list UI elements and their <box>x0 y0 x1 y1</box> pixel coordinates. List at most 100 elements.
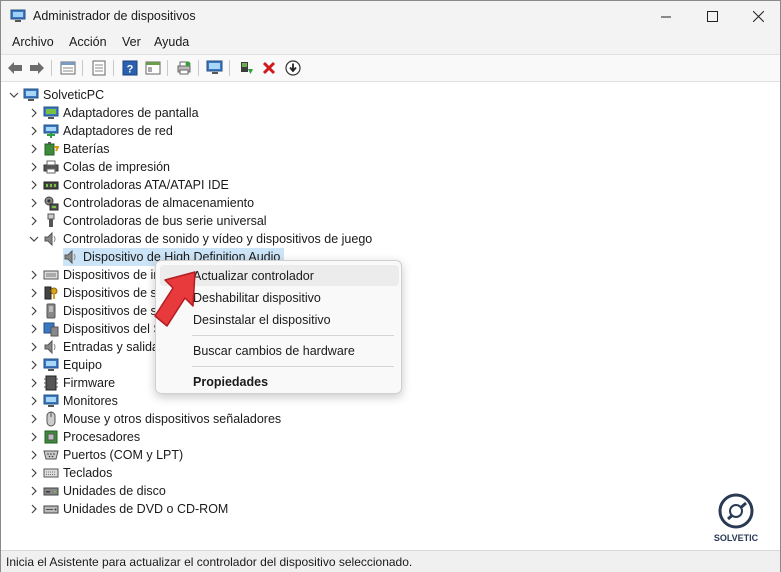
tree-item-adaptadores-red[interactable]: Adaptadores de red <box>28 122 173 140</box>
chevron-right-icon[interactable] <box>28 305 40 317</box>
chevron-down-icon[interactable] <box>8 89 20 101</box>
tree-item-label: Unidades de DVD o CD-ROM <box>63 502 229 516</box>
scan-button[interactable] <box>205 58 225 78</box>
tree-item-dispositivos-software[interactable]: Dispositivos de s <box>28 302 157 320</box>
toolbar-separator <box>229 60 230 76</box>
tree-item-teclados[interactable]: Teclados <box>28 464 112 482</box>
properties-menu-item[interactable]: Propiedades <box>160 371 399 392</box>
tree-item-adaptadores-pantalla[interactable]: Adaptadores de pantalla <box>28 104 199 122</box>
annotation-arrow-icon <box>154 271 196 327</box>
tree-item-puertos[interactable]: Puertos (COM y LPT) <box>28 446 183 464</box>
tree-item-label: Monitores <box>63 394 118 408</box>
chevron-right-icon[interactable] <box>28 377 40 389</box>
chevron-right-icon[interactable] <box>28 503 40 515</box>
toolbar-separator <box>113 60 114 76</box>
back-button[interactable] <box>5 58 25 78</box>
chevron-right-icon[interactable] <box>28 143 40 155</box>
chevron-right-icon[interactable] <box>28 107 40 119</box>
tree-item-colas-impresion[interactable]: Colas de impresión <box>28 158 170 176</box>
chevron-right-icon[interactable] <box>28 125 40 137</box>
device-manager-window: Administrador de dispositivos Archivo Ac… <box>0 0 781 572</box>
tree-item-label: Dispositivos de in <box>63 268 161 282</box>
print-icon <box>177 61 191 75</box>
tree-item-equipo[interactable]: Equipo <box>28 356 102 374</box>
chevron-down-icon[interactable] <box>28 233 40 245</box>
tree-item-label: Equipo <box>63 358 102 372</box>
chevron-right-icon[interactable] <box>28 197 40 209</box>
disk-drive-icon <box>43 483 59 499</box>
tree-item-controladoras-sonido[interactable]: Controladoras de sonido y vídeo y dispos… <box>28 230 372 248</box>
back-icon <box>8 62 22 74</box>
status-bar: Inicia el Asistente para actualizar el c… <box>1 550 780 572</box>
chevron-right-icon[interactable] <box>28 287 40 299</box>
window-title: Administrador de dispositivos <box>33 9 196 23</box>
menu-separator <box>192 366 394 367</box>
uninstall-icon <box>262 61 276 75</box>
speaker-icon <box>63 249 79 265</box>
tree-item-monitores[interactable]: Monitores <box>28 392 118 410</box>
uninstall-button[interactable] <box>259 58 279 78</box>
tree-item-procesadores[interactable]: Procesadores <box>28 428 140 446</box>
tree-item-baterias[interactable]: Baterías <box>28 140 110 158</box>
chevron-right-icon[interactable] <box>28 269 40 281</box>
scan-hardware-menu-item[interactable]: Buscar cambios de hardware <box>160 340 399 361</box>
close-button[interactable] <box>735 1 781 32</box>
tree-item-label: Unidades de disco <box>63 484 166 498</box>
chevron-right-icon[interactable] <box>28 449 40 461</box>
watermark-logo: SOLVETIC <box>714 493 759 543</box>
tree-item-controladoras-almacenamiento[interactable]: Controladoras de almacenamiento <box>28 194 254 212</box>
chevron-right-icon[interactable] <box>28 395 40 407</box>
tree-item-label: Dispositivos de s <box>63 304 157 318</box>
menu-ayuda[interactable]: Ayuda <box>153 35 190 49</box>
close-icon <box>752 11 764 22</box>
computer-icon <box>43 357 59 373</box>
storage-controller-icon <box>43 195 59 211</box>
menu-ver[interactable]: Ver <box>121 35 142 49</box>
minimize-button[interactable] <box>643 1 689 32</box>
tree-item-entradas-salidas-audio[interactable]: Entradas y salida <box>28 338 159 356</box>
menu-archivo[interactable]: Archivo <box>11 35 55 49</box>
chevron-right-icon[interactable] <box>28 359 40 371</box>
chevron-right-icon[interactable] <box>28 431 40 443</box>
chevron-right-icon[interactable] <box>28 485 40 497</box>
tree-item-unidades-dvd[interactable]: Unidades de DVD o CD-ROM <box>28 500 228 518</box>
chevron-right-icon[interactable] <box>28 467 40 479</box>
scan-hardware-label: Buscar cambios de hardware <box>193 344 355 358</box>
chevron-right-icon[interactable] <box>28 341 40 353</box>
enable-icon <box>241 62 253 74</box>
list-button[interactable] <box>89 58 109 78</box>
tree-item-label: Firmware <box>63 376 116 390</box>
maximize-button[interactable] <box>689 1 735 32</box>
help-button[interactable]: ? <box>120 58 140 78</box>
tree-item-label: Controladoras de bus serie universal <box>63 214 267 228</box>
forward-button[interactable] <box>27 58 47 78</box>
port-icon <box>43 447 59 463</box>
toolbar-separator <box>198 60 199 76</box>
print-button[interactable] <box>174 58 194 78</box>
chevron-right-icon[interactable] <box>28 179 40 191</box>
tree-item-mouse[interactable]: Mouse y otros dispositivos señaladores <box>28 410 281 428</box>
disable-button[interactable] <box>283 58 303 78</box>
properties-button[interactable] <box>58 58 78 78</box>
tree-item-dispositivos-interfaz[interactable]: Dispositivos de in <box>28 266 160 284</box>
tree-item-firmware[interactable]: Firmware <box>28 374 115 392</box>
uninstall-device-label: Desinstalar el dispositivo <box>193 313 331 327</box>
tree-item-dispositivos-sistema[interactable]: Dispositivos del S <box>28 320 162 338</box>
chevron-right-icon[interactable] <box>28 215 40 227</box>
scan-icon <box>206 60 223 74</box>
chevron-right-icon[interactable] <box>28 161 40 173</box>
update-driver-label: Actualizar controlador <box>193 269 314 283</box>
tree-item-unidades-disco[interactable]: Unidades de disco <box>28 482 166 500</box>
computer-icon <box>23 87 39 103</box>
tree-root[interactable]: SolveticPC <box>8 86 104 104</box>
tree-item-label: Adaptadores de red <box>63 124 173 138</box>
chevron-right-icon[interactable] <box>28 413 40 425</box>
tree-item-controladoras-usb[interactable]: Controladoras de bus serie universal <box>28 212 267 230</box>
update-driver-button[interactable] <box>236 58 256 78</box>
tree-item-controladoras-ata[interactable]: Controladoras ATA/ATAPI IDE <box>28 176 229 194</box>
security-key-icon <box>43 285 59 301</box>
menu-accion[interactable]: Acción <box>68 35 108 49</box>
tree-item-dispositivos-seguridad[interactable]: Dispositivos de s <box>28 284 157 302</box>
view-button[interactable] <box>143 58 163 78</box>
chevron-right-icon[interactable] <box>28 323 40 335</box>
